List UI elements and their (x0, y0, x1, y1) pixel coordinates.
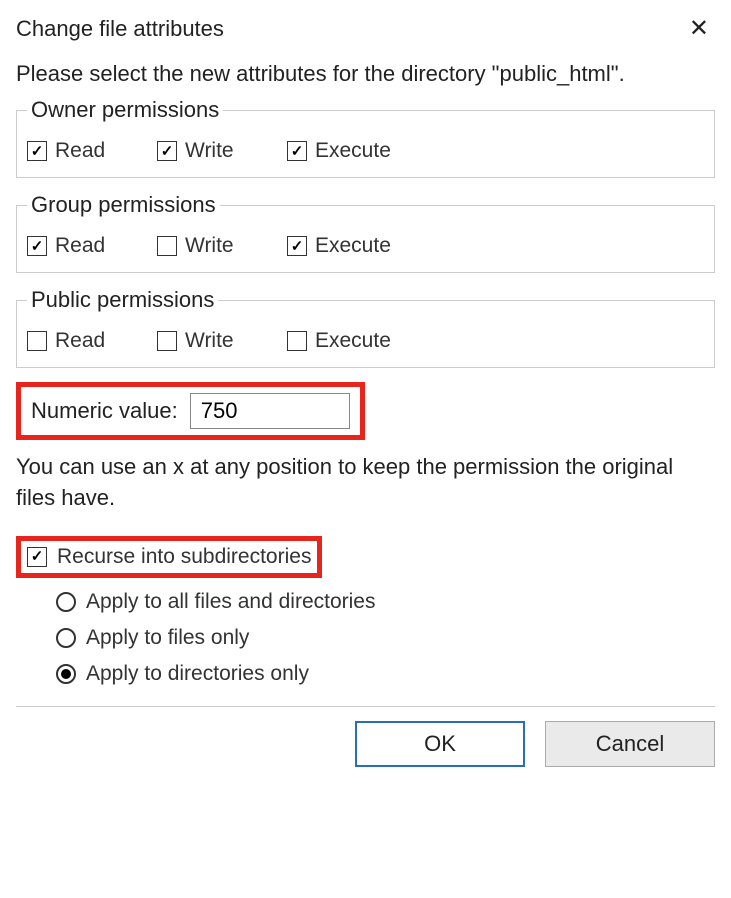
numeric-value-label: Numeric value: (31, 398, 178, 424)
public-read-checkbox[interactable]: Read (27, 329, 137, 353)
owner-write-checkbox[interactable]: Write (157, 139, 267, 163)
owner-execute-label: Execute (315, 139, 391, 163)
apply-files-label: Apply to files only (86, 626, 249, 650)
apply-radio-group: Apply to all files and directories Apply… (56, 590, 715, 686)
checkbox-icon (27, 331, 47, 351)
button-row: OK Cancel (16, 721, 715, 767)
owner-perm-row: Read Write Execute (27, 139, 704, 163)
group-permissions-group: Group permissions Read Write Execute (16, 192, 715, 273)
apply-files-radio[interactable]: Apply to files only (56, 626, 715, 650)
titlebar: Change file attributes ✕ (16, 14, 715, 43)
checkbox-icon (157, 236, 177, 256)
group-execute-label: Execute (315, 234, 391, 258)
owner-execute-checkbox[interactable]: Execute (287, 139, 397, 163)
close-icon[interactable]: ✕ (683, 14, 715, 43)
owner-write-label: Write (185, 139, 234, 163)
public-read-label: Read (55, 329, 105, 353)
apply-all-radio[interactable]: Apply to all files and directories (56, 590, 715, 614)
recurse-checkbox[interactable]: Recurse into subdirectories (16, 536, 322, 578)
owner-read-label: Read (55, 139, 105, 163)
checkbox-icon (287, 141, 307, 161)
owner-read-checkbox[interactable]: Read (27, 139, 137, 163)
apply-all-label: Apply to all files and directories (86, 590, 375, 614)
apply-dirs-label: Apply to directories only (86, 662, 309, 686)
public-write-label: Write (185, 329, 234, 353)
group-read-checkbox[interactable]: Read (27, 234, 137, 258)
public-legend: Public permissions (27, 287, 218, 313)
public-execute-label: Execute (315, 329, 391, 353)
radio-icon (56, 628, 76, 648)
checkbox-icon (27, 141, 47, 161)
owner-permissions-group: Owner permissions Read Write Execute (16, 97, 715, 178)
group-write-label: Write (185, 234, 234, 258)
public-execute-checkbox[interactable]: Execute (287, 329, 397, 353)
checkbox-icon (287, 236, 307, 256)
group-execute-checkbox[interactable]: Execute (287, 234, 397, 258)
checkbox-icon (27, 547, 47, 567)
recurse-label: Recurse into subdirectories (57, 545, 311, 569)
hint-text: You can use an x at any position to keep… (16, 452, 715, 514)
group-read-label: Read (55, 234, 105, 258)
numeric-value-row: Numeric value: (16, 382, 365, 440)
public-permissions-group: Public permissions Read Write Execute (16, 287, 715, 368)
separator (16, 706, 715, 707)
group-write-checkbox[interactable]: Write (157, 234, 267, 258)
cancel-button[interactable]: Cancel (545, 721, 715, 767)
checkbox-icon (287, 331, 307, 351)
owner-legend: Owner permissions (27, 97, 223, 123)
instruction-text: Please select the new attributes for the… (16, 61, 715, 87)
checkbox-icon (157, 141, 177, 161)
numeric-value-input[interactable] (190, 393, 350, 429)
apply-dirs-radio[interactable]: Apply to directories only (56, 662, 715, 686)
ok-button[interactable]: OK (355, 721, 525, 767)
dialog-title: Change file attributes (16, 16, 224, 42)
public-perm-row: Read Write Execute (27, 329, 704, 353)
checkbox-icon (27, 236, 47, 256)
change-attributes-dialog: Change file attributes ✕ Please select t… (0, 0, 731, 781)
radio-icon (56, 592, 76, 612)
checkbox-icon (157, 331, 177, 351)
group-perm-row: Read Write Execute (27, 234, 704, 258)
group-legend: Group permissions (27, 192, 220, 218)
radio-icon (56, 664, 76, 684)
public-write-checkbox[interactable]: Write (157, 329, 267, 353)
